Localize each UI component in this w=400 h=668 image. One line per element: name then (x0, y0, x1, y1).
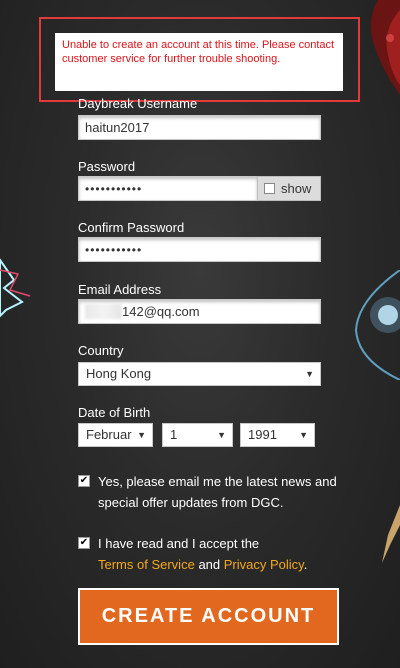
country-select[interactable]: Hong Kong ▼ (78, 362, 321, 386)
newsletter-label: Yes, please email me the latest news and… (98, 474, 337, 510)
password-label: Password (78, 159, 136, 174)
terms-prefix: I have read and I accept the (98, 536, 260, 551)
decorative-glow-art (354, 270, 400, 380)
dob-year-value: 1991 (248, 427, 277, 442)
email-label: Email Address (78, 282, 162, 297)
password-input[interactable]: ••••••••••• (78, 176, 258, 201)
chevron-down-icon: ▼ (217, 430, 226, 440)
create-account-button[interactable]: CREATE ACCOUNT (78, 588, 339, 645)
terms-checkbox[interactable]: ✔ (78, 537, 90, 549)
dob-month-value: Februar (86, 427, 132, 442)
email-value: 142@qq.com (122, 304, 200, 319)
error-message: Unable to create an account at this time… (55, 33, 343, 91)
newsletter-checkbox[interactable]: ✔ (78, 475, 90, 487)
country-value: Hong Kong (86, 366, 152, 381)
username-input[interactable]: haitun2017 (78, 115, 321, 140)
dob-day-value: 1 (170, 427, 178, 442)
decorative-weapon-art (382, 505, 400, 563)
redacted-email-prefix (85, 304, 122, 319)
decorative-creature-art (370, 0, 400, 95)
show-password-label: show (281, 181, 312, 196)
confirm-password-input[interactable]: ••••••••••• (78, 237, 321, 262)
confirm-password-label: Confirm Password (78, 220, 185, 235)
dob-label: Date of Birth (78, 405, 151, 420)
chevron-down-icon: ▼ (137, 430, 146, 440)
email-input[interactable]: 142@qq.com (78, 299, 321, 324)
terms-and: and (198, 557, 221, 572)
chevron-down-icon: ▼ (305, 369, 314, 379)
dob-day-select[interactable]: 1 ▼ (162, 423, 233, 447)
dob-month-select[interactable]: Februar ▼ (78, 423, 153, 447)
username-label: Daybreak Username (78, 96, 198, 111)
chevron-down-icon: ▼ (299, 430, 308, 440)
terms-suffix: . (303, 557, 308, 572)
dob-year-select[interactable]: 1991 ▼ (240, 423, 315, 447)
decorative-energy-art (0, 258, 31, 318)
terms-label: I have read and I accept the Terms of Se… (98, 533, 338, 575)
privacy-policy-link[interactable]: Privacy Policy (224, 557, 304, 572)
terms-of-service-link[interactable]: Terms of Service (98, 557, 195, 572)
show-password-toggle[interactable]: show (257, 176, 321, 201)
show-password-checkbox[interactable] (264, 183, 275, 194)
country-label: Country (78, 343, 124, 358)
